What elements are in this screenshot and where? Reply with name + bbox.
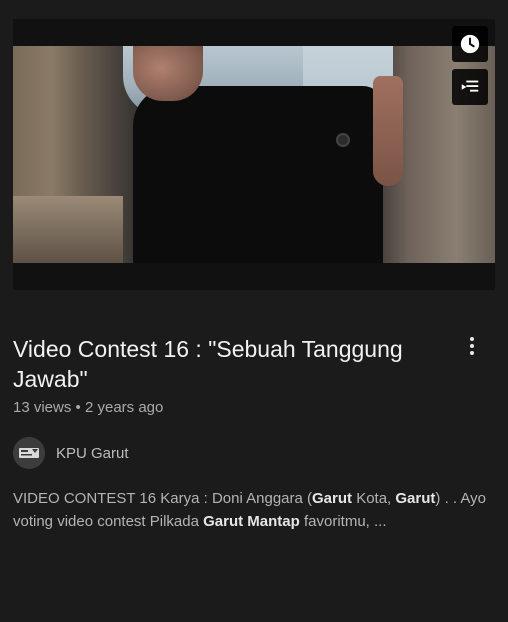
meta-separator: • [75,399,81,416]
dot-icon [470,337,474,341]
upload-age: 2 years ago [84,399,164,416]
dot-icon [470,351,474,355]
description-text: favoritmu, ... [299,513,387,530]
channel-info[interactable]: KPU Garut [13,437,129,469]
video-thumbnail[interactable] [13,19,495,290]
channel-avatar[interactable] [13,437,45,469]
description-keyword: Garut Mantap [203,513,300,530]
description-text: VIDEO CONTEST 16 Karya : Doni Anggara ( [13,490,313,507]
dot-icon [470,344,474,348]
watch-later-button[interactable] [452,26,488,62]
video-description: VIDEO CONTEST 16 Karya : Doni Anggara (G… [13,487,495,533]
letterbox-bottom [13,263,495,290]
view-count: 13 views [13,399,72,416]
more-options-button[interactable] [462,332,482,360]
description-keyword: Garut [395,490,436,507]
letterbox-top [13,19,495,46]
description-keyword: Garut [312,490,353,507]
description-text: Kota, [352,490,396,507]
video-card[interactable]: Video Contest 16 : "Sebuah Tanggung Jawa… [0,0,508,622]
add-to-queue-button[interactable] [452,69,488,105]
kpu-logo-icon [13,437,45,469]
channel-name[interactable]: KPU Garut [56,445,129,462]
video-metadata: 13 views • 2 years ago [13,399,163,416]
thumbnail-frame [13,46,495,263]
queue-icon [461,80,479,92]
clock-icon [460,34,480,54]
video-title[interactable]: Video Contest 16 : "Sebuah Tanggung Jawa… [13,334,433,394]
